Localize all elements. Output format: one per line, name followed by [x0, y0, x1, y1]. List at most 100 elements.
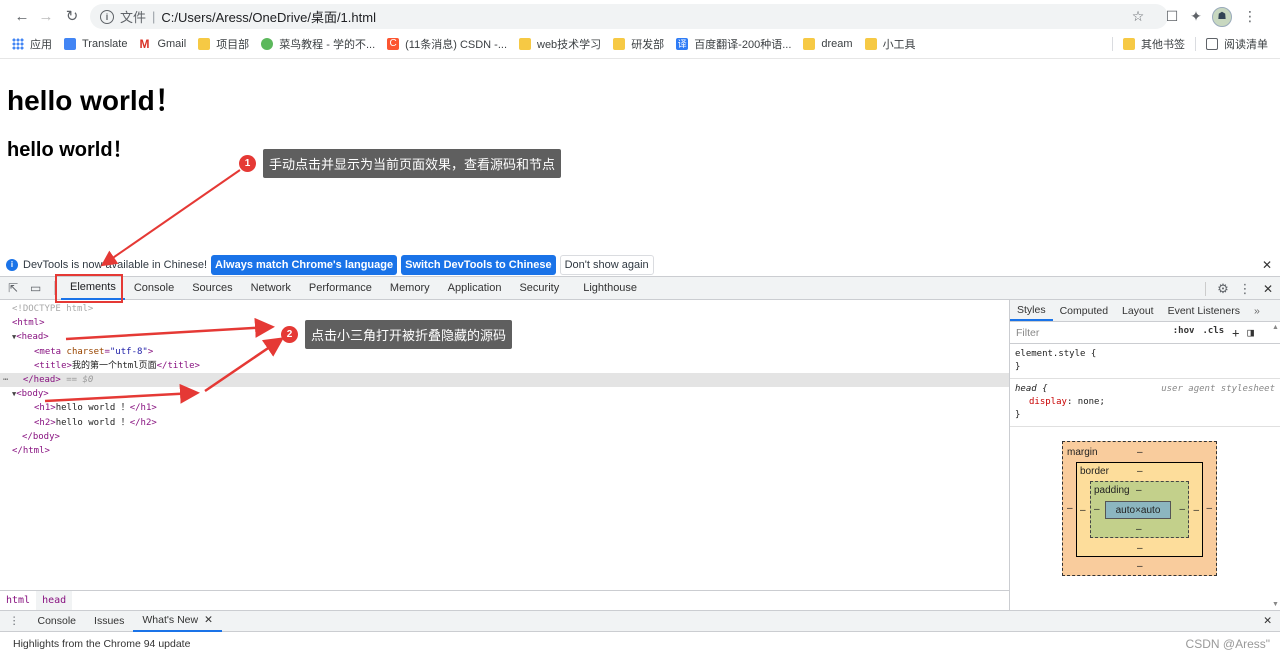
padding-left-value: – [1094, 504, 1100, 515]
rule-close-brace: } [1015, 410, 1021, 420]
bookmark-csdn[interactable]: C (11条消息) CSDN -... [387, 36, 507, 52]
drawer-tab-issues[interactable]: Issues [85, 611, 133, 632]
bookmark-apps[interactable]: 应用 [12, 36, 52, 52]
bookmark-reading-list[interactable]: 阅读清单 [1206, 36, 1268, 52]
dom-node-head[interactable]: ▼<head> [0, 330, 1009, 344]
toggle-sidebar-icon[interactable]: ◨ [1247, 326, 1254, 340]
bookmark-label: 应用 [30, 39, 52, 51]
tab-performance[interactable]: Performance [300, 277, 381, 300]
bookmark-runoob[interactable]: 菜鸟教程 - 学的不... [261, 36, 375, 52]
more-tabs-chevron-icon[interactable]: » [1247, 300, 1267, 321]
match-language-button[interactable]: Always match Chrome's language [211, 254, 398, 275]
padding-label: padding [1094, 485, 1130, 496]
add-rule-icon[interactable]: + [1232, 326, 1239, 340]
dom-node-title[interactable]: <title>我的第一个html页面</title> [0, 359, 1009, 373]
padding-right-value: – [1179, 504, 1185, 515]
dom-node-html[interactable]: <html> [0, 316, 1009, 330]
bookmark-label: 研发部 [631, 39, 665, 51]
dom-node-doctype[interactable]: <!DOCTYPE html> [0, 302, 1009, 316]
dom-node-h1[interactable]: <h1>hello world ！</h1> [0, 401, 1009, 415]
tab-console[interactable]: Console [125, 277, 183, 300]
close-icon[interactable]: ✕ [1262, 258, 1272, 272]
margin-top-value: – [1137, 447, 1143, 458]
box-model-border: border – – – – padding – – – – auto×auto [1076, 462, 1203, 557]
bookmark-baidu-translate[interactable]: 译 百度翻译-200种语... [676, 36, 791, 52]
title-text: 我的第一个html页面 [71, 360, 157, 371]
dom-node-body-close[interactable]: </body> [0, 430, 1009, 444]
drawer-tab-whats-new[interactable]: What's New ✕ [133, 611, 222, 632]
tab-memory[interactable]: Memory [381, 277, 439, 300]
forward-arrow-icon[interactable]: → [34, 4, 58, 28]
hover-state-toggle[interactable]: :hov [1173, 326, 1195, 340]
close-drawer-icon[interactable]: ✕ [1263, 615, 1272, 627]
more-options-icon[interactable]: ⋮ [1234, 281, 1256, 297]
devtools-tab-bar: ⇱ ▭ Elements Console Sources Network Per… [0, 276, 1280, 300]
dom-node-head-close[interactable]: ⋯ </head> == $0 [0, 372, 1009, 388]
settings-gear-icon[interactable]: ⚙ [1212, 281, 1234, 297]
tab-computed[interactable]: Computed [1053, 300, 1115, 321]
dom-node-body[interactable]: ▼<body> [0, 387, 1009, 401]
apps-grid-icon [12, 38, 24, 50]
dom-node-html-close[interactable]: </html> [0, 444, 1009, 458]
inspect-element-icon[interactable]: ⇱ [8, 281, 26, 295]
tab-event-listeners[interactable]: Event Listeners [1161, 300, 1247, 321]
bookmark-label: (11条消息) CSDN -... [405, 39, 507, 51]
style-declaration[interactable]: display: none; [1015, 396, 1275, 409]
bookmark-gmail[interactable]: M Gmail [139, 38, 186, 50]
tab-application[interactable]: Application [439, 277, 511, 300]
drawer-tab-console[interactable]: Console [29, 611, 86, 632]
head-open-tag: <head> [16, 332, 49, 343]
html-open-tag: <html> [12, 318, 45, 329]
meta-attr-value: "utf-8" [109, 346, 148, 357]
bookmark-other[interactable]: 其他书签 [1123, 36, 1185, 52]
scroll-down-icon[interactable]: ▼ [1272, 601, 1279, 608]
dom-node-h2[interactable]: <h2>hello world ！</h2> [0, 416, 1009, 430]
close-devtools-icon[interactable]: ✕ [1256, 282, 1280, 296]
bookmark-translate[interactable]: Translate [64, 38, 127, 50]
ellipsis-icon[interactable]: ⋯ [3, 375, 8, 385]
breadcrumb-html[interactable]: html [0, 591, 36, 610]
breadcrumb: html head [0, 590, 1009, 610]
bookmark-folder-yanfabu[interactable]: 研发部 [613, 36, 664, 52]
close-tab-icon[interactable]: ✕ [204, 614, 213, 626]
bookmark-icon[interactable]: ☐ [1160, 5, 1184, 29]
drawer-menu-icon[interactable]: ⋮ [0, 615, 29, 627]
breadcrumb-head[interactable]: head [36, 591, 73, 610]
switch-to-chinese-button[interactable]: Switch DevTools to Chinese [401, 254, 556, 275]
menu-icon[interactable]: ⋮ [1238, 5, 1262, 29]
sidebar-scrollbar[interactable]: ▲ ▼ [1270, 322, 1280, 610]
bookmark-folder-tools[interactable]: 小工具 [864, 36, 916, 52]
element-style-selector[interactable]: element.style { [1015, 348, 1275, 361]
devtools-drawer-tabs: ⋮ Console Issues What's New ✕ ✕ [0, 610, 1280, 632]
element-style-rule: element.style { } [1010, 344, 1280, 379]
extensions-icon[interactable]: ✦ [1184, 5, 1208, 29]
box-model-content[interactable]: auto×auto [1105, 501, 1171, 519]
style-property: display [1029, 397, 1067, 407]
tab-network[interactable]: Network [242, 277, 300, 300]
bookmark-folder-dream[interactable]: dream [803, 38, 853, 50]
dont-show-again-button[interactable]: Don't show again [559, 254, 654, 275]
star-icon[interactable]: ☆ [1126, 5, 1150, 29]
gmail-icon: M [139, 37, 150, 51]
bookmark-folder-web[interactable]: web技术学习 [519, 36, 601, 52]
h2-close-tag: </h2> [129, 417, 157, 428]
annotation-text: 手动点击并显示为当前页面效果，查看源码和节点 [263, 149, 562, 178]
profile-avatar[interactable]: ☗ [1210, 5, 1234, 29]
tab-security[interactable]: Security [510, 277, 568, 300]
info-icon[interactable]: i [100, 9, 114, 24]
scroll-up-icon[interactable]: ▲ [1272, 324, 1279, 331]
bookmark-folder-xiangmubu[interactable]: 项目部 [198, 36, 249, 52]
tab-styles[interactable]: Styles [1010, 300, 1053, 321]
url-field[interactable]: i 文件 | C:/Users/Aress/OneDrive/桌面/1.html [90, 4, 1168, 29]
reload-icon[interactable]: ↻ [60, 4, 84, 28]
head-close-tag: </head> [22, 374, 61, 385]
csdn-icon: C [387, 38, 400, 50]
tab-sources[interactable]: Sources [183, 277, 241, 300]
back-arrow-icon[interactable]: ← [10, 4, 34, 28]
tab-layout[interactable]: Layout [1115, 300, 1161, 321]
class-toggle[interactable]: .cls [1202, 326, 1224, 340]
device-toolbar-icon[interactable]: ▭ [30, 281, 48, 295]
tab-lighthouse[interactable]: Lighthouse [574, 277, 646, 300]
dom-node-meta[interactable]: <meta charset="utf-8"> [0, 345, 1009, 359]
styles-filter-input[interactable]: Filter [1016, 327, 1039, 339]
